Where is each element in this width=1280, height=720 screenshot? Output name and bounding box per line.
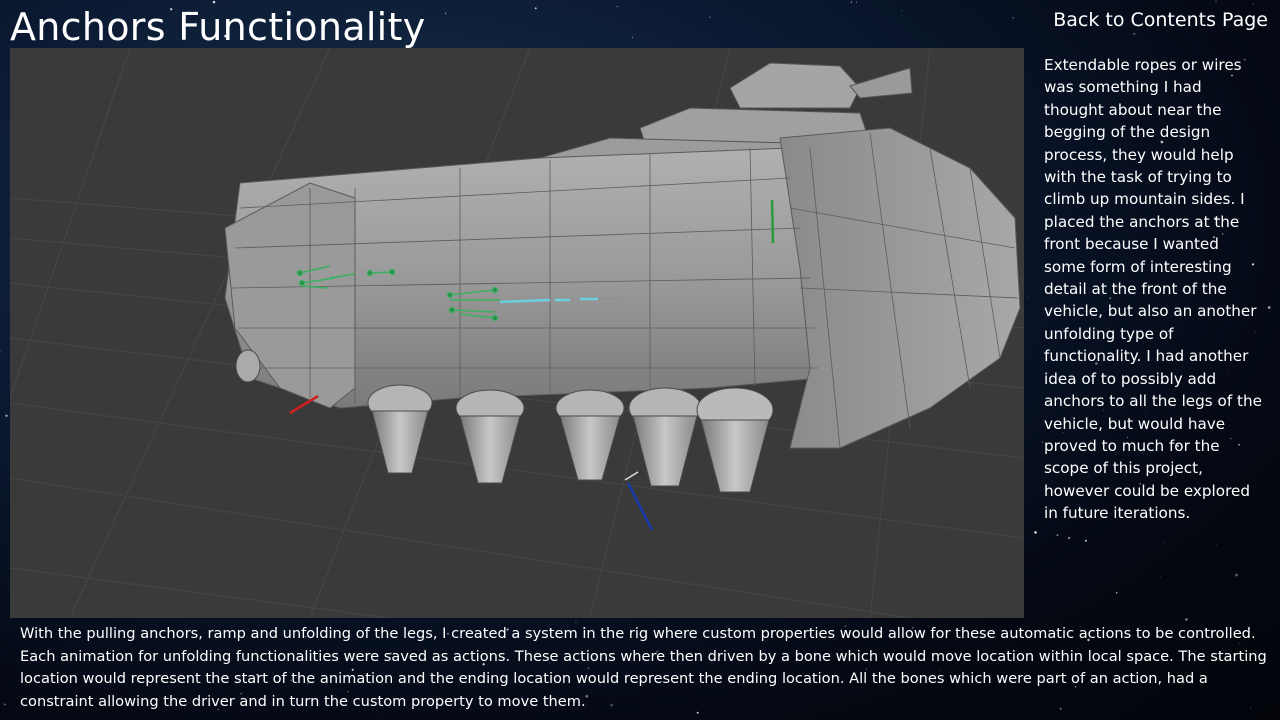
star-dot — [1027, 296, 1028, 298]
star-dot — [631, 36, 633, 39]
star-dot — [1115, 592, 1118, 594]
star-dot — [850, 1, 853, 4]
star-dot — [1012, 16, 1015, 19]
star-dot — [3, 703, 6, 706]
star-dot — [1163, 541, 1165, 543]
star-dot — [1084, 539, 1087, 542]
star-dot — [616, 6, 618, 8]
star-dot — [0, 350, 1, 352]
vehicle-body — [224, 127, 1021, 449]
star-dot — [1185, 618, 1188, 621]
star-dot — [5, 414, 8, 417]
star-dot — [901, 10, 903, 11]
star-dot — [1252, 3, 1254, 5]
star-dot — [1133, 32, 1136, 35]
vehicle-model-render — [10, 48, 1024, 618]
star-dot — [1215, 543, 1217, 545]
star-dot — [1068, 536, 1071, 540]
star-dot — [709, 16, 711, 18]
star-dot — [1056, 534, 1059, 536]
star-dot — [1034, 531, 1037, 534]
anchors-description-text: Extendable ropes or wires was something … — [1044, 56, 1262, 523]
3d-viewport-screenshot — [10, 48, 1024, 618]
star-dot — [1215, 0, 1217, 2]
star-dot — [837, 5, 839, 6]
star-dot — [1159, 576, 1161, 577]
star-dot — [855, 1, 858, 3]
star-dot — [534, 7, 537, 10]
star-dot — [376, 718, 378, 720]
page-title: Anchors Functionality — [10, 5, 426, 49]
star-dot — [1235, 573, 1238, 577]
star-dot — [445, 12, 447, 14]
star-dot — [1267, 306, 1271, 309]
back-to-contents-link[interactable]: Back to Contents Page — [1053, 8, 1268, 32]
star-dot — [212, 0, 216, 4]
rig-system-description-text: With the pulling anchors, ramp and unfol… — [20, 625, 1267, 710]
